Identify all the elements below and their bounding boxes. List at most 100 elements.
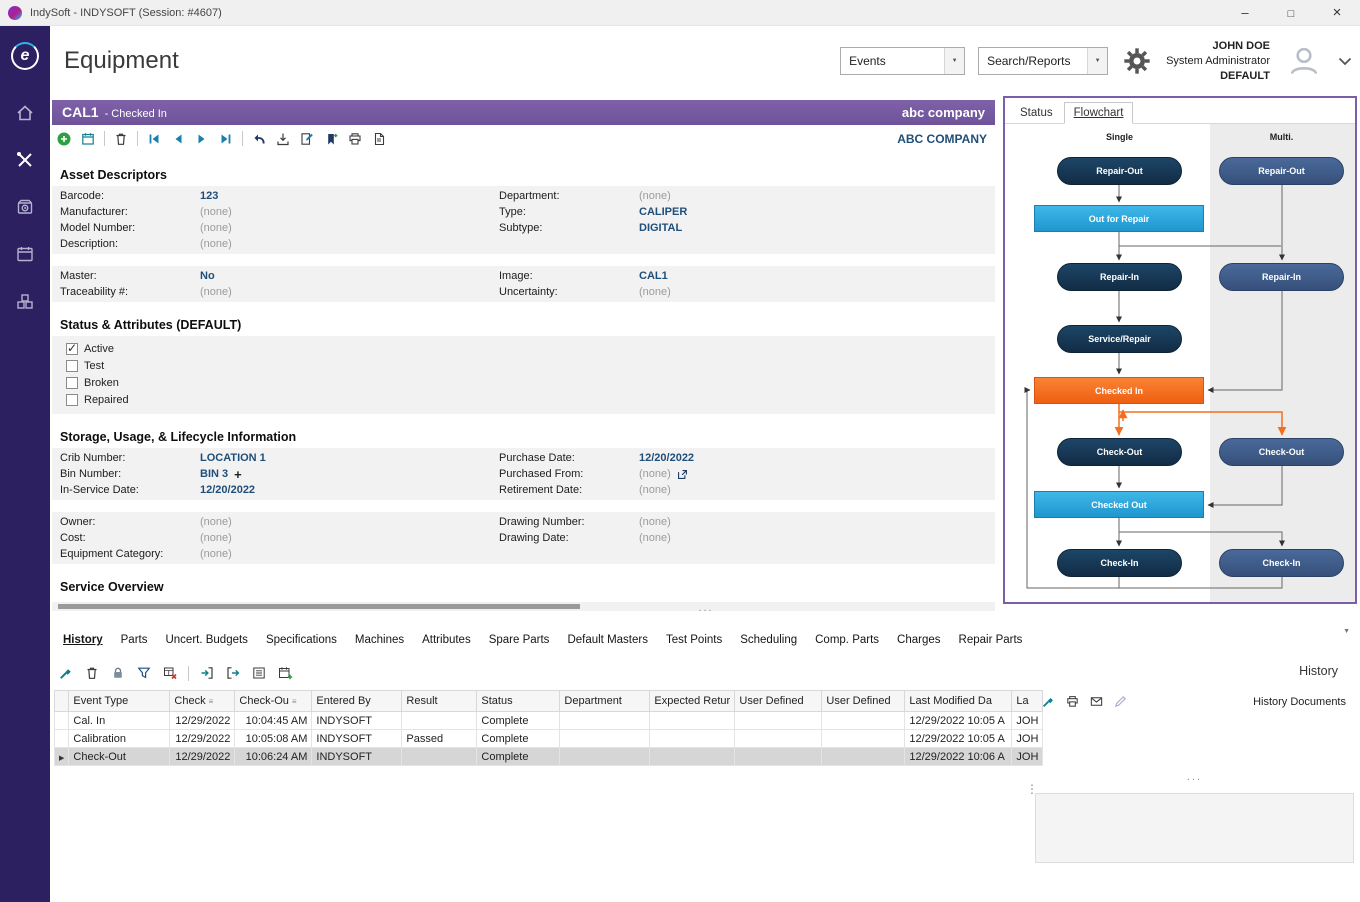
details-icon[interactable]: [251, 665, 267, 681]
tab-status[interactable]: Status: [1011, 103, 1062, 123]
tab-comp-parts[interactable]: Comp. Parts: [806, 630, 888, 650]
checkbox-repaired[interactable]: [66, 394, 78, 406]
filter-icon[interactable]: [136, 665, 152, 681]
tab-repair-parts[interactable]: Repair Parts: [950, 630, 1032, 650]
edit-tool-icon[interactable]: [1041, 694, 1056, 709]
flow-node-repair-in-multi[interactable]: Repair-In: [1219, 263, 1344, 291]
navigate-next-icon[interactable]: [194, 131, 210, 147]
events-dropdown[interactable]: Events: [840, 47, 965, 75]
flow-node-service-repair[interactable]: Service/Repair: [1057, 325, 1182, 353]
flow-node-out-for-repair[interactable]: Out for Repair: [1034, 205, 1204, 232]
tab-scheduling[interactable]: Scheduling: [731, 630, 806, 650]
column-header-status[interactable]: Status: [477, 691, 560, 712]
navigate-previous-icon[interactable]: [170, 131, 186, 147]
history-row[interactable]: Cal. In 12/29/2022 10:04:45 AM INDYSOFT …: [55, 712, 1043, 730]
checkbox-active[interactable]: [66, 343, 78, 355]
flow-node-repair-in-single[interactable]: Repair-In: [1057, 263, 1182, 291]
sidebar-item-shipping[interactable]: [0, 280, 50, 327]
email-icon[interactable]: [1089, 694, 1104, 709]
flow-node-checked-in-current[interactable]: Checked In: [1034, 377, 1204, 404]
column-header-department[interactable]: Department: [560, 691, 650, 712]
cell-expected-return: [650, 748, 735, 766]
row-selector[interactable]: [55, 748, 69, 766]
toolbar-separator: [242, 131, 243, 146]
column-header-check[interactable]: Check: [170, 691, 235, 712]
tab-machines[interactable]: Machines: [346, 630, 413, 650]
delete-icon[interactable]: [113, 131, 129, 147]
collapse-tabs-chevron-icon[interactable]: [1343, 620, 1350, 638]
print-icon[interactable]: [347, 131, 363, 147]
edit-icon[interactable]: [299, 131, 315, 147]
history-header-row: Event Type Check Check-Ou Entered By Res…: [55, 691, 1043, 712]
row-selector[interactable]: [55, 730, 69, 748]
sidebar-item-inventory[interactable]: [0, 186, 50, 233]
tab-attributes[interactable]: Attributes: [413, 630, 480, 650]
report-icon[interactable]: [371, 131, 387, 147]
close-button[interactable]: [1314, 0, 1360, 26]
open-purchased-from-icon[interactable]: [677, 469, 688, 480]
undo-icon[interactable]: [251, 131, 267, 147]
export-icon[interactable]: [275, 131, 291, 147]
search-reports-dropdown[interactable]: Search/Reports: [978, 47, 1108, 75]
add-button[interactable]: [56, 131, 72, 147]
navigate-last-icon[interactable]: [218, 131, 234, 147]
flow-node-check-in-multi[interactable]: Check-In: [1219, 549, 1344, 577]
tab-uncert-budgets[interactable]: Uncert. Budgets: [156, 630, 256, 650]
tab-specifications[interactable]: Specifications: [257, 630, 346, 650]
column-header-user-defined-1[interactable]: User Defined: [735, 691, 822, 712]
column-header-entered-by[interactable]: Entered By: [312, 691, 402, 712]
column-header-user-defined-2[interactable]: User Defined: [822, 691, 905, 712]
delete-icon[interactable]: [84, 665, 100, 681]
history-panel-title: History: [1035, 664, 1354, 678]
column-header-expected-return[interactable]: Expected Retur: [650, 691, 735, 712]
sidebar-item-equipment[interactable]: [0, 139, 50, 186]
minimize-button[interactable]: [1222, 0, 1268, 26]
column-header-check-out[interactable]: Check-Ou: [235, 691, 312, 712]
navigate-first-icon[interactable]: [146, 131, 162, 147]
schedule-icon[interactable]: [80, 131, 96, 147]
column-header-last-modified[interactable]: Last Modified Da: [905, 691, 1012, 712]
tab-parts[interactable]: Parts: [112, 630, 157, 650]
flow-node-checked-out[interactable]: Checked Out: [1034, 491, 1204, 518]
history-row-selected[interactable]: Check-Out 12/29/2022 10:06:24 AM INDYSOF…: [55, 748, 1043, 766]
dropdown-arrow-icon: [1087, 48, 1107, 74]
add-event-icon[interactable]: [277, 665, 293, 681]
tab-charges[interactable]: Charges: [888, 630, 949, 650]
edit-tool-icon[interactable]: [58, 665, 74, 681]
user-menu-chevron-icon[interactable]: [1338, 57, 1352, 66]
check-out-event-icon[interactable]: [225, 665, 241, 681]
check-in-event-icon[interactable]: [199, 665, 215, 681]
tab-default-masters[interactable]: Default Masters: [558, 630, 657, 650]
sign-icon[interactable]: [1113, 694, 1128, 709]
bookmark-add-icon[interactable]: [323, 131, 339, 147]
documents-splitter[interactable]: [1035, 771, 1354, 783]
sidebar: [0, 26, 50, 902]
sidebar-item-calendar[interactable]: [0, 233, 50, 280]
flow-node-check-out-multi[interactable]: Check-Out: [1219, 438, 1344, 466]
avatar-icon[interactable]: [1283, 42, 1325, 80]
tab-spare-parts[interactable]: Spare Parts: [480, 630, 559, 650]
settings-gear-icon[interactable]: [1121, 45, 1153, 77]
flow-node-check-in-single[interactable]: Check-In: [1057, 549, 1182, 577]
horizontal-splitter[interactable]: [52, 604, 1360, 616]
company-name-link[interactable]: ABC COMPANY: [897, 132, 991, 146]
checkbox-broken[interactable]: [66, 377, 78, 389]
lock-icon[interactable]: [110, 665, 126, 681]
column-header-label: Status: [481, 695, 512, 707]
tab-test-points[interactable]: Test Points: [657, 630, 731, 650]
row-selector[interactable]: [55, 712, 69, 730]
flow-node-check-out-single[interactable]: Check-Out: [1057, 438, 1182, 466]
tab-flowchart[interactable]: Flowchart: [1064, 102, 1134, 124]
flow-node-repair-out-single[interactable]: Repair-Out: [1057, 157, 1182, 185]
column-header-event-type[interactable]: Event Type: [69, 691, 170, 712]
column-header-result[interactable]: Result: [402, 691, 477, 712]
history-row[interactable]: Calibration 12/29/2022 10:05:08 AM INDYS…: [55, 730, 1043, 748]
tab-history[interactable]: History: [54, 630, 112, 650]
add-bin-icon[interactable]: [234, 467, 242, 482]
print-icon[interactable]: [1065, 694, 1080, 709]
sidebar-item-home[interactable]: [0, 92, 50, 139]
clear-filter-icon[interactable]: [162, 665, 178, 681]
flow-node-repair-out-multi[interactable]: Repair-Out: [1219, 157, 1344, 185]
checkbox-test[interactable]: [66, 360, 78, 372]
maximize-button[interactable]: [1268, 0, 1314, 26]
